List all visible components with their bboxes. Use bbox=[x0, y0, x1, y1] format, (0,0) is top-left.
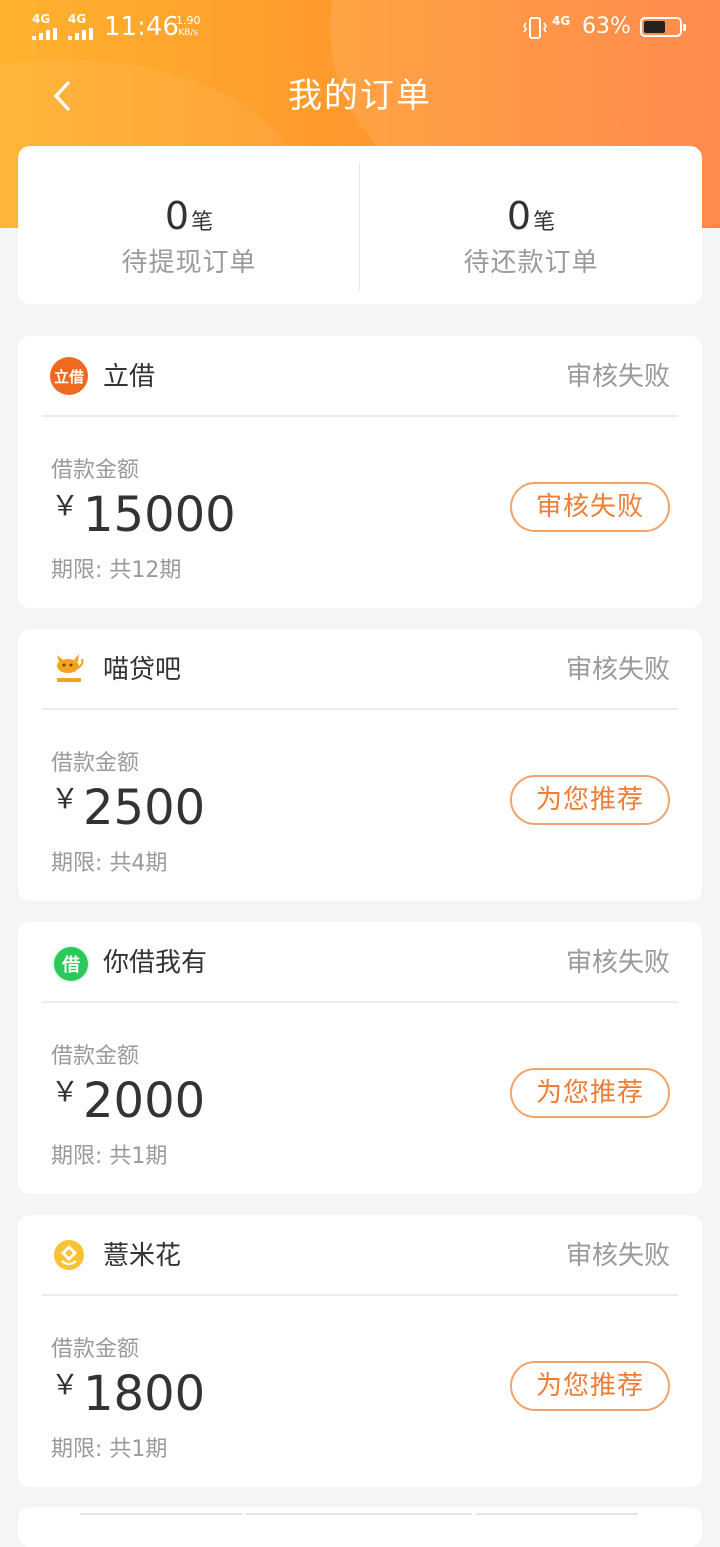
pending-withdraw-count: 0笔 bbox=[164, 194, 214, 238]
network-type-label: 4G bbox=[68, 12, 87, 26]
battery-percent: 63% bbox=[582, 14, 631, 39]
order-card[interactable]: 立借 立借 审核失败 借款金额 ￥15000 期限: 共12期 审核失败 bbox=[18, 336, 702, 608]
order-status: 审核失败 bbox=[565, 362, 670, 392]
yimihua-logo-icon bbox=[50, 1236, 88, 1274]
loan-term: 期限: 共4期 bbox=[51, 851, 168, 876]
recommend-button[interactable]: 为您推荐 bbox=[510, 1068, 670, 1118]
card-divider bbox=[42, 708, 678, 710]
loan-amount-label: 借款金额 bbox=[51, 1044, 140, 1069]
vibrate-icon bbox=[523, 17, 547, 39]
lender-name: 立借 bbox=[103, 362, 156, 392]
status-bar: 4G 4G 11:46 1.90 KB/s 4G 63% bbox=[0, 0, 720, 58]
clock: 11:46 bbox=[104, 12, 179, 42]
order-card[interactable]: 借 你借我有 审核失败 借款金额 ￥2000 期限: 共1期 为您推荐 bbox=[18, 922, 702, 1194]
nijiewoyou-logo-icon: 借 bbox=[52, 945, 90, 983]
order-card[interactable]: 喵贷吧 审核失败 借款金额 ￥2500 期限: 共4期 为您推荐 bbox=[18, 629, 702, 901]
order-card[interactable]: 薏米花 审核失败 借款金额 ￥1800 期限: 共1期 为您推荐 bbox=[18, 1215, 702, 1487]
card-divider bbox=[42, 1294, 678, 1296]
loan-amount-label: 借款金额 bbox=[51, 751, 140, 776]
lijie-logo-icon: 立借 bbox=[50, 357, 88, 395]
loan-amount: ￥2000 bbox=[51, 1073, 206, 1129]
lender-name: 你借我有 bbox=[103, 948, 208, 978]
loan-amount: ￥1800 bbox=[51, 1366, 206, 1422]
lender-name: 喵贷吧 bbox=[103, 655, 182, 685]
network-speed-value: 1.90 bbox=[176, 14, 201, 27]
card-divider bbox=[246, 1513, 472, 1515]
card-divider bbox=[42, 1001, 678, 1003]
order-summary-card: 0笔 待提现订单 0笔 待还款订单 bbox=[18, 146, 702, 304]
order-status: 审核失败 bbox=[565, 1241, 670, 1271]
pending-withdraw-label: 待提现订单 bbox=[121, 248, 257, 278]
loan-term: 期限: 共12期 bbox=[51, 558, 182, 583]
network-type-label: 4G bbox=[552, 14, 571, 28]
pending-repay-summary[interactable]: 0笔 待还款订单 bbox=[360, 146, 702, 304]
loan-amount: ￥2500 bbox=[51, 780, 206, 836]
card-divider bbox=[42, 415, 678, 417]
loan-amount: ￥15000 bbox=[51, 487, 236, 543]
network-speed-unit: KB/s bbox=[178, 28, 199, 38]
pending-repay-label: 待还款订单 bbox=[463, 248, 599, 278]
battery-fill bbox=[644, 21, 665, 33]
card-divider bbox=[476, 1513, 638, 1515]
recommend-button[interactable]: 为您推荐 bbox=[510, 1361, 670, 1411]
recommend-button[interactable]: 为您推荐 bbox=[510, 775, 670, 825]
loan-amount-label: 借款金额 bbox=[51, 458, 140, 483]
loan-amount-label: 借款金额 bbox=[51, 1337, 140, 1362]
order-action-button[interactable]: 审核失败 bbox=[510, 482, 670, 532]
order-status: 审核失败 bbox=[565, 948, 670, 978]
battery-icon bbox=[640, 17, 686, 37]
network-speed: 1.90 KB/s bbox=[176, 15, 201, 39]
pending-repay-count: 0笔 bbox=[506, 194, 556, 238]
loan-term: 期限: 共1期 bbox=[51, 1144, 168, 1169]
loan-term: 期限: 共1期 bbox=[51, 1437, 168, 1462]
cat-logo-icon bbox=[50, 650, 88, 688]
page-title: 我的订单 bbox=[288, 76, 432, 116]
pending-withdraw-summary[interactable]: 0笔 待提现订单 bbox=[18, 146, 360, 304]
network-type-label: 4G bbox=[32, 12, 51, 26]
order-status: 审核失败 bbox=[565, 655, 670, 685]
order-card-partial[interactable] bbox=[18, 1507, 702, 1547]
lender-name: 薏米花 bbox=[103, 1241, 182, 1271]
card-divider bbox=[80, 1513, 242, 1515]
